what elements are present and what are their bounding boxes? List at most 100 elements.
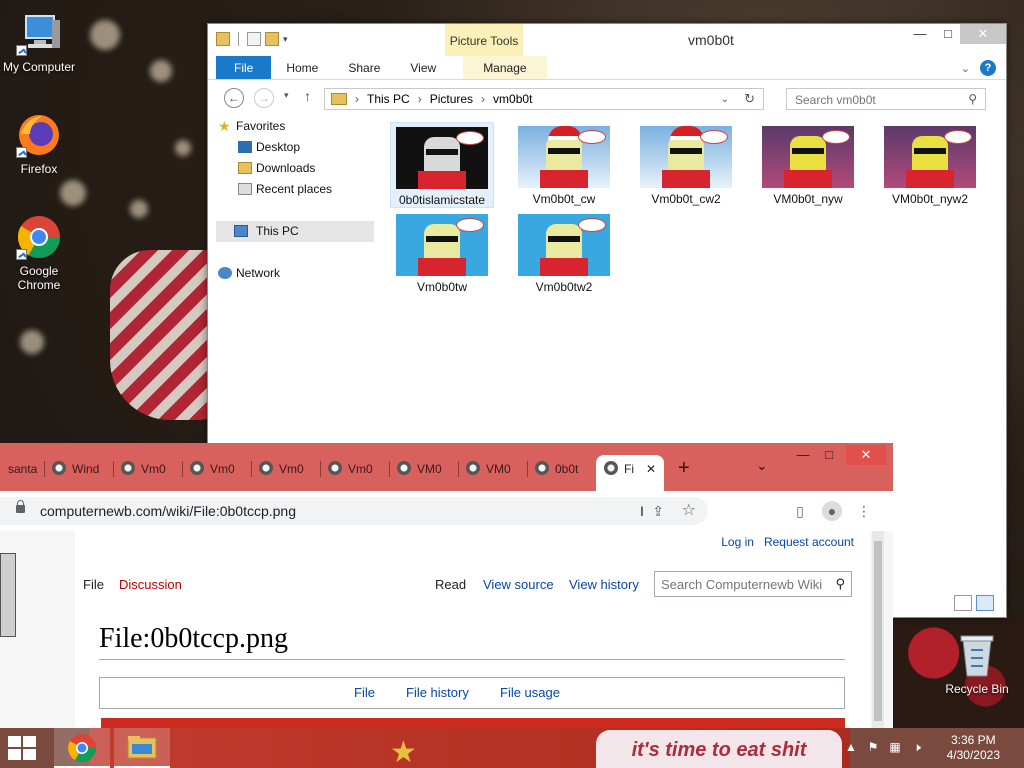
up-button[interactable]: ↑ xyxy=(304,88,311,104)
browser-window[interactable]: santa Wind Vm0 Vm0 Vm0 Vm0 VM0 VM0 0b0t … xyxy=(0,443,893,733)
tab-search-icon[interactable]: ⌄ xyxy=(756,457,768,474)
nav-recent-places[interactable]: Recent places xyxy=(208,179,376,200)
file-tab-file[interactable]: File xyxy=(354,685,375,700)
file-item[interactable]: Vm0b0t_cw xyxy=(512,122,616,206)
volume-muted-icon[interactable]: 🕨 xyxy=(910,740,924,754)
help-icon[interactable]: ? xyxy=(980,60,996,76)
breadcrumb-vm0b0t[interactable]: vm0b0t xyxy=(493,92,532,106)
breadcrumb-this-pc[interactable]: This PC xyxy=(367,92,410,106)
new-folder-icon[interactable] xyxy=(265,32,279,46)
browser-tab[interactable]: VM0 xyxy=(458,455,526,483)
menu-kebab-icon[interactable]: ⋮ xyxy=(854,501,874,521)
refresh-icon[interactable]: ↻ xyxy=(744,91,755,107)
tab-file[interactable]: File xyxy=(75,569,112,601)
wiki-search-input[interactable]: Search Computernewb Wiki ⚲ xyxy=(654,571,852,597)
close-button[interactable]: ✕ xyxy=(846,445,886,465)
breadcrumb-pictures[interactable]: Pictures xyxy=(430,92,473,106)
tab-read[interactable]: Read xyxy=(427,569,474,601)
browser-tab-active[interactable]: Fi ✕ xyxy=(596,455,664,491)
bookmark-star-icon[interactable]: ☆ xyxy=(682,497,696,525)
request-account-link[interactable]: Request account xyxy=(764,535,854,549)
minimize-button[interactable]: — xyxy=(906,24,934,44)
browser-tab[interactable]: VM0 xyxy=(389,455,457,483)
file-item[interactable]: VM0b0t_nyw2 xyxy=(878,122,982,206)
chrome-icon xyxy=(16,214,62,260)
taskbar-chrome[interactable] xyxy=(54,728,110,768)
search-icon[interactable]: ⚲ xyxy=(835,576,845,592)
file-tab-usage[interactable]: File usage xyxy=(500,685,560,700)
new-tab-button[interactable]: + xyxy=(678,457,690,480)
action-center-flag-icon[interactable]: ⚑ xyxy=(866,740,880,754)
login-link[interactable]: Log in xyxy=(721,535,754,549)
browser-tab[interactable]: Vm0 xyxy=(182,455,250,483)
lock-icon[interactable] xyxy=(16,500,25,513)
nav-favorites[interactable]: ★ Favorites xyxy=(208,116,376,137)
browser-tab[interactable]: Vm0 xyxy=(113,455,181,483)
clock[interactable]: 3:36 PM 4/30/2023 xyxy=(947,733,1000,763)
browser-tab[interactable]: Vm0 xyxy=(251,455,319,483)
url-bar[interactable]: computernewb.com/wiki/File:0b0tccp.png I… xyxy=(0,497,708,525)
forward-button[interactable]: → xyxy=(254,88,274,108)
ribbon-tab-home[interactable]: Home xyxy=(271,56,333,79)
tab-title: VM0 xyxy=(417,462,442,476)
details-view-icon[interactable] xyxy=(954,595,972,611)
back-button[interactable]: ← xyxy=(224,88,244,108)
close-tab-icon[interactable]: ✕ xyxy=(646,455,656,483)
ribbon-tab-file[interactable]: File xyxy=(216,56,272,79)
file-item[interactable]: VM0b0t_nyw xyxy=(756,122,860,206)
file-tab-history[interactable]: File history xyxy=(406,685,469,700)
side-panel-icon[interactable]: ▯ xyxy=(790,501,810,521)
quick-access-toolbar: ▾ xyxy=(216,32,288,46)
maximize-button[interactable]: □ xyxy=(814,445,844,465)
show-hidden-icons[interactable]: ▲ xyxy=(844,740,858,754)
file-item[interactable]: Vm0b0tw2 xyxy=(512,210,616,294)
nav-network[interactable]: Network xyxy=(208,263,376,284)
profile-avatar-icon[interactable]: ● xyxy=(822,501,842,521)
browser-tab[interactable]: 0b0t xyxy=(527,455,595,483)
ribbon-tab-view[interactable]: View xyxy=(395,56,451,79)
large-icons-view-icon[interactable] xyxy=(976,595,994,611)
browser-tab[interactable]: Wind xyxy=(44,455,112,483)
network-icon xyxy=(218,267,232,279)
start-button[interactable] xyxy=(8,736,38,760)
explorer-search-input[interactable]: Search vm0b0t ⚲ xyxy=(786,88,986,110)
desktop-icon-label: Firefox xyxy=(20,162,58,176)
browser-tab[interactable]: Vm0 xyxy=(320,455,388,483)
tab-view-history[interactable]: View history xyxy=(561,569,647,601)
address-bar[interactable]: › This PC › Pictures › vm0b0t ⌄ ↻ xyxy=(324,88,764,110)
explorer-titlebar[interactable]: ▾ Picture Tools vm0b0t — □ ✕ xyxy=(208,24,1006,56)
ribbon-tab-manage[interactable]: Manage xyxy=(463,56,547,79)
desktop-icon-google-chrome[interactable]: Google Chrome xyxy=(0,214,78,292)
desktop-icon-my-computer[interactable]: My Computer xyxy=(0,10,78,74)
desktop-icon-firefox[interactable]: Firefox xyxy=(0,112,78,176)
qat-dropdown-icon[interactable]: ▾ xyxy=(283,34,288,45)
desktop-icon-recycle-bin[interactable]: Recycle Bin xyxy=(940,632,1014,696)
page-scrollbar[interactable] xyxy=(872,531,884,733)
nav-downloads[interactable]: Downloads xyxy=(208,158,376,179)
properties-icon[interactable] xyxy=(247,32,261,46)
file-item[interactable]: 0b0tislamicstate xyxy=(390,122,494,208)
url-text: computernewb.com/wiki/File:0b0tccp.png xyxy=(40,503,297,519)
share-icon[interactable]: ⇪ xyxy=(652,497,664,525)
wiki-favicon-icon xyxy=(121,461,135,475)
network-icon[interactable]: ▦ xyxy=(888,740,902,754)
maximize-button[interactable]: □ xyxy=(934,24,962,44)
tab-discussion[interactable]: Discussion xyxy=(111,569,190,601)
file-item[interactable]: Vm0b0tw xyxy=(390,210,494,294)
desktop-icon xyxy=(238,141,252,153)
close-button[interactable]: ✕ xyxy=(960,24,1006,44)
tab-view-source[interactable]: View source xyxy=(475,569,562,601)
nav-label: Favorites xyxy=(236,119,286,133)
taskbar-file-explorer[interactable] xyxy=(114,728,170,768)
shortcut-arrow-icon xyxy=(16,147,27,158)
nav-desktop[interactable]: Desktop xyxy=(208,137,376,158)
file-item[interactable]: Vm0b0t_cw2 xyxy=(634,122,738,206)
folder-icon[interactable] xyxy=(216,32,230,46)
expand-ribbon-icon[interactable]: ⌄ xyxy=(961,62,970,75)
ribbon-tab-share[interactable]: Share xyxy=(333,56,395,79)
address-dropdown-icon[interactable]: ⌄ xyxy=(721,94,729,105)
nav-this-pc[interactable]: This PC xyxy=(216,221,374,242)
recent-locations-icon[interactable]: ▾ xyxy=(284,90,289,101)
tab-title: 0b0t xyxy=(555,462,579,476)
image-caption-banner: it's time to eat shit xyxy=(596,730,842,768)
